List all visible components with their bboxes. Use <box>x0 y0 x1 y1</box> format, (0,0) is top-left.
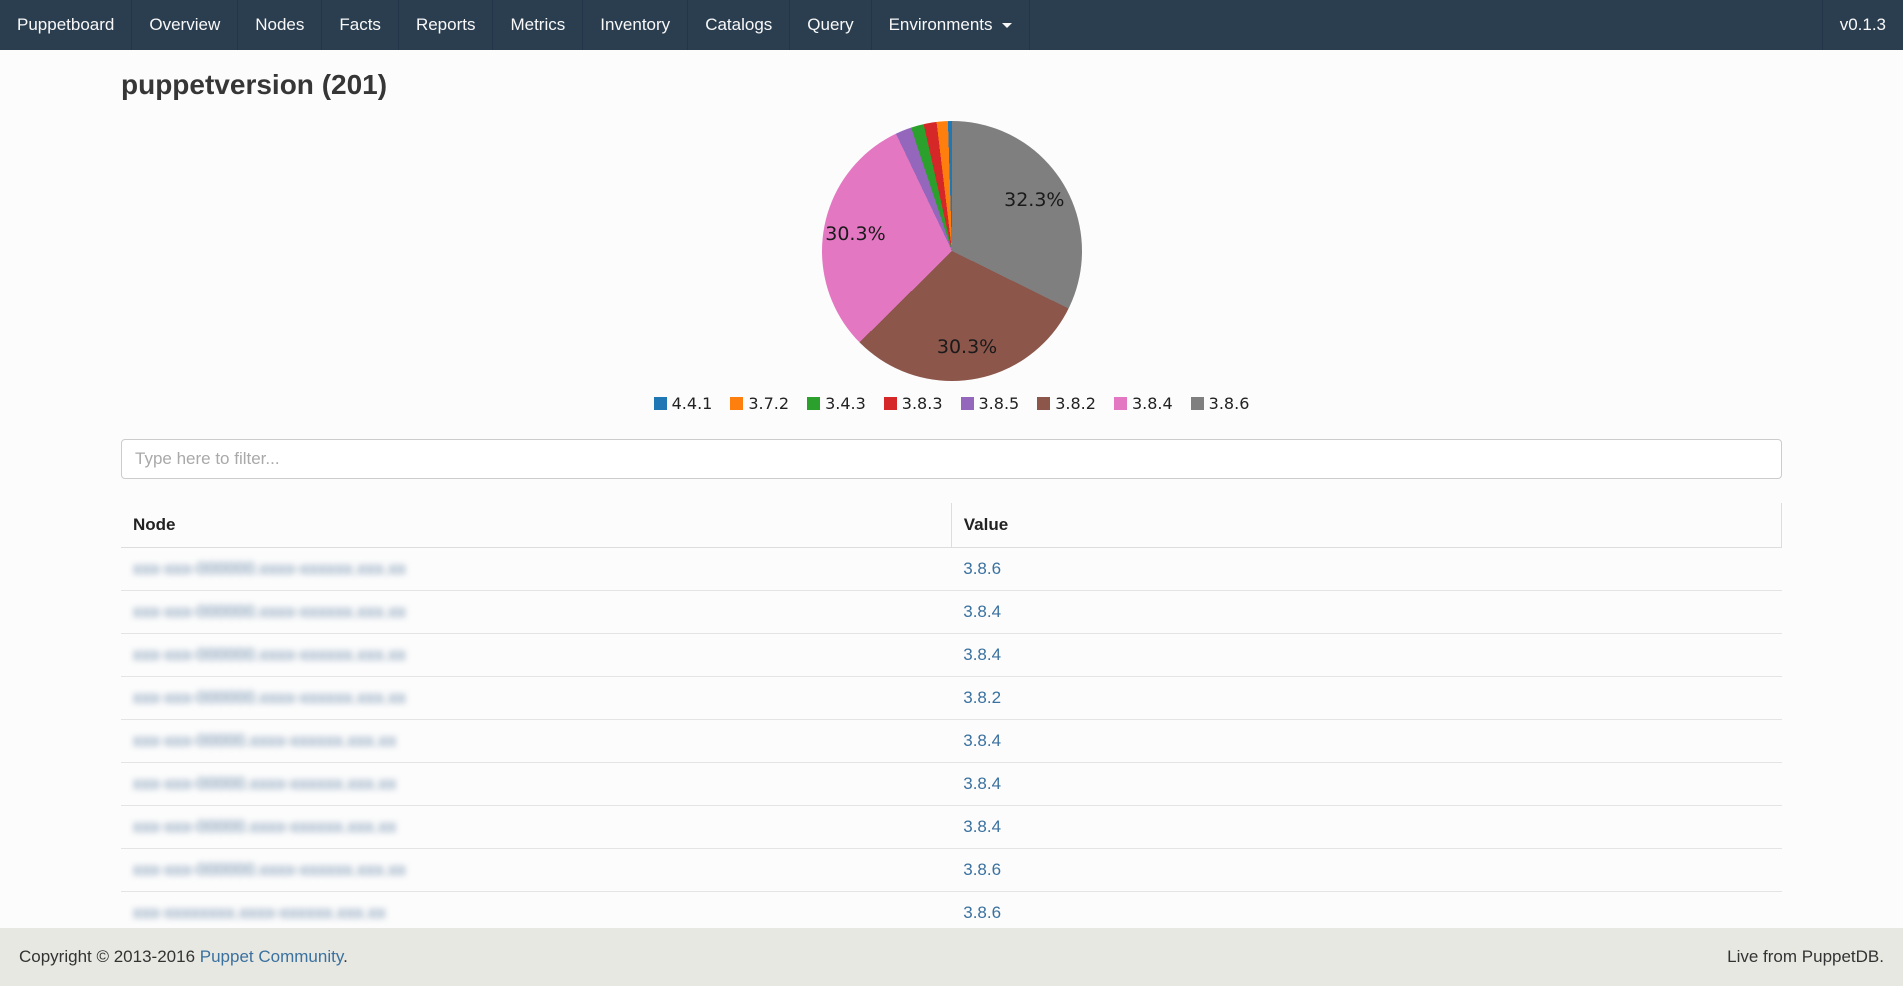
node-link[interactable]: xxx-xxx-000000.xxxx-xxxxxx.xxx.xx <box>133 688 406 707</box>
node-cell: xxx-xxx-00000.xxxx-xxxxxx.xxx.xx <box>121 720 951 763</box>
node-cell: xxx-xxx-000000.xxxx-xxxxxx.xxx.xx <box>121 548 951 591</box>
fact-value-table: Node Value xxx-xxx-000000.xxxx-xxxxxx.xx… <box>121 503 1782 935</box>
top-navbar: Puppetboard Overview Nodes Facts Reports… <box>0 0 1903 50</box>
environments-dropdown-label: Environments <box>889 15 993 35</box>
table-row: xxx-xxx-000000.xxxx-xxxxxx.xxx.xx 3.8.6 <box>121 548 1782 591</box>
puppet-community-link[interactable]: Puppet Community <box>200 947 343 966</box>
legend-label: 3.7.2 <box>748 394 789 413</box>
node-cell: xxx-xxx-000000.xxxx-xxxxxx.xxx.xx <box>121 677 951 720</box>
table-row: xxx-xxx-00000.xxxx-xxxxxx.xxx.xx 3.8.4 <box>121 806 1782 849</box>
nav-item-overview[interactable]: Overview <box>132 0 238 50</box>
node-link[interactable]: xxx-xxxxxxxx.xxxx-xxxxxx.xxx.xx <box>133 903 386 922</box>
pie-chart: 32.3% 30.3% 30.3% <box>822 121 1082 381</box>
value-link[interactable]: 3.8.6 <box>963 559 1001 578</box>
pie-percent-label: 32.3% <box>1004 189 1064 211</box>
legend-item: 3.8.6 <box>1191 394 1250 413</box>
value-cell: 3.8.4 <box>951 720 1781 763</box>
value-link[interactable]: 3.8.4 <box>963 645 1001 664</box>
value-link[interactable]: 3.8.4 <box>963 602 1001 621</box>
navbar-brand[interactable]: Puppetboard <box>0 0 132 50</box>
chevron-down-icon <box>1002 23 1012 28</box>
legend-item: 3.7.2 <box>730 394 789 413</box>
node-link[interactable]: xxx-xxx-00000.xxxx-xxxxxx.xxx.xx <box>133 817 396 836</box>
value-link[interactable]: 3.8.2 <box>963 688 1001 707</box>
legend-item: 3.8.5 <box>961 394 1020 413</box>
node-link[interactable]: xxx-xxx-000000.xxxx-xxxxxx.xxx.xx <box>133 645 406 664</box>
page-footer: Copyright © 2013-2016 Puppet Community. … <box>0 928 1903 986</box>
value-link[interactable]: 3.8.4 <box>963 774 1001 793</box>
table-row: xxx-xxx-000000.xxxx-xxxxxx.xxx.xx 3.8.2 <box>121 677 1782 720</box>
legend-swatch-icon <box>730 397 743 410</box>
node-cell: xxx-xxx-000000.xxxx-xxxxxx.xxx.xx <box>121 634 951 677</box>
value-cell: 3.8.4 <box>951 806 1781 849</box>
value-cell: 3.8.2 <box>951 677 1781 720</box>
node-link[interactable]: xxx-xxx-000000.xxxx-xxxxxx.xxx.xx <box>133 559 406 578</box>
legend-swatch-icon <box>1037 397 1050 410</box>
value-link[interactable]: 3.8.6 <box>963 860 1001 879</box>
table-row: xxx-xxx-000000.xxxx-xxxxxx.xxx.xx 3.8.4 <box>121 634 1782 677</box>
legend-swatch-icon <box>961 397 974 410</box>
legend-label: 3.8.2 <box>1055 394 1096 413</box>
column-header-node[interactable]: Node <box>121 503 951 548</box>
environments-dropdown[interactable]: Environments <box>872 0 1030 50</box>
node-cell: xxx-xxx-00000.xxxx-xxxxxx.xxx.xx <box>121 763 951 806</box>
node-link[interactable]: xxx-xxx-00000.xxxx-xxxxxx.xxx.xx <box>133 731 396 750</box>
version-label: v0.1.3 <box>1822 0 1903 50</box>
column-header-value[interactable]: Value <box>951 503 1781 548</box>
value-link[interactable]: 3.8.4 <box>963 817 1001 836</box>
legend-swatch-icon <box>1114 397 1127 410</box>
table-row: xxx-xxx-00000.xxxx-xxxxxx.xxx.xx 3.8.4 <box>121 720 1782 763</box>
fact-pie-chart: 32.3% 30.3% 30.3% 4.4.1 3.7.2 3.4.3 3.8.3 … <box>121 121 1782 413</box>
legend-swatch-icon <box>884 397 897 410</box>
table-row: xxx-xxx-000000.xxxx-xxxxxx.xxx.xx 3.8.6 <box>121 849 1782 892</box>
live-from-puppetdb-text: Live from PuppetDB. <box>1727 947 1884 967</box>
legend-label: 3.8.6 <box>1209 394 1250 413</box>
legend-label: 4.4.1 <box>672 394 713 413</box>
legend-swatch-icon <box>1191 397 1204 410</box>
legend-swatch-icon <box>807 397 820 410</box>
nav-item-reports[interactable]: Reports <box>399 0 494 50</box>
node-link[interactable]: xxx-xxx-000000.xxxx-xxxxxx.xxx.xx <box>133 860 406 879</box>
nav-item-metrics[interactable]: Metrics <box>493 0 583 50</box>
pie-percent-label: 30.3% <box>937 336 997 358</box>
value-cell: 3.8.6 <box>951 849 1781 892</box>
legend-item: 3.8.2 <box>1037 394 1096 413</box>
legend-item: 4.4.1 <box>654 394 713 413</box>
node-cell: xxx-xxx-000000.xxxx-xxxxxx.xxx.xx <box>121 591 951 634</box>
legend-label: 3.4.3 <box>825 394 866 413</box>
legend-item: 3.4.3 <box>807 394 866 413</box>
nav-item-query[interactable]: Query <box>790 0 871 50</box>
legend-swatch-icon <box>654 397 667 410</box>
legend-label: 3.8.5 <box>979 394 1020 413</box>
table-row: xxx-xxx-00000.xxxx-xxxxxx.xxx.xx 3.8.4 <box>121 763 1782 806</box>
copyright-prefix: Copyright © 2013-2016 <box>19 947 200 966</box>
legend-item: 3.8.4 <box>1114 394 1173 413</box>
copyright-text: Copyright © 2013-2016 Puppet Community. <box>19 947 348 967</box>
legend-label: 3.8.3 <box>902 394 943 413</box>
value-link[interactable]: 3.8.4 <box>963 731 1001 750</box>
main-content: puppetversion (201) 32.3% 30.3% 30.3% 4.4.… <box>121 69 1782 935</box>
value-cell: 3.8.6 <box>951 548 1781 591</box>
page-title: puppetversion (201) <box>121 69 1782 101</box>
value-cell: 3.8.4 <box>951 634 1781 677</box>
node-cell: xxx-xxx-00000.xxxx-xxxxxx.xxx.xx <box>121 806 951 849</box>
pie-legend: 4.4.1 3.7.2 3.4.3 3.8.3 3.8.5 3.8.2 3.8.… <box>645 394 1259 413</box>
nav-item-inventory[interactable]: Inventory <box>583 0 688 50</box>
copyright-suffix: . <box>343 947 348 966</box>
value-link[interactable]: 3.8.6 <box>963 903 1001 922</box>
node-link[interactable]: xxx-xxx-00000.xxxx-xxxxxx.xxx.xx <box>133 774 396 793</box>
legend-item: 3.8.3 <box>884 394 943 413</box>
node-link[interactable]: xxx-xxx-000000.xxxx-xxxxxx.xxx.xx <box>133 602 406 621</box>
pie-percent-label: 30.3% <box>825 223 885 245</box>
legend-label: 3.8.4 <box>1132 394 1173 413</box>
value-cell: 3.8.4 <box>951 591 1781 634</box>
node-cell: xxx-xxx-000000.xxxx-xxxxxx.xxx.xx <box>121 849 951 892</box>
nav-item-facts[interactable]: Facts <box>322 0 399 50</box>
filter-input[interactable] <box>121 439 1782 479</box>
nav-item-nodes[interactable]: Nodes <box>238 0 322 50</box>
table-row: xxx-xxx-000000.xxxx-xxxxxx.xxx.xx 3.8.4 <box>121 591 1782 634</box>
nav-item-catalogs[interactable]: Catalogs <box>688 0 790 50</box>
value-cell: 3.8.4 <box>951 763 1781 806</box>
